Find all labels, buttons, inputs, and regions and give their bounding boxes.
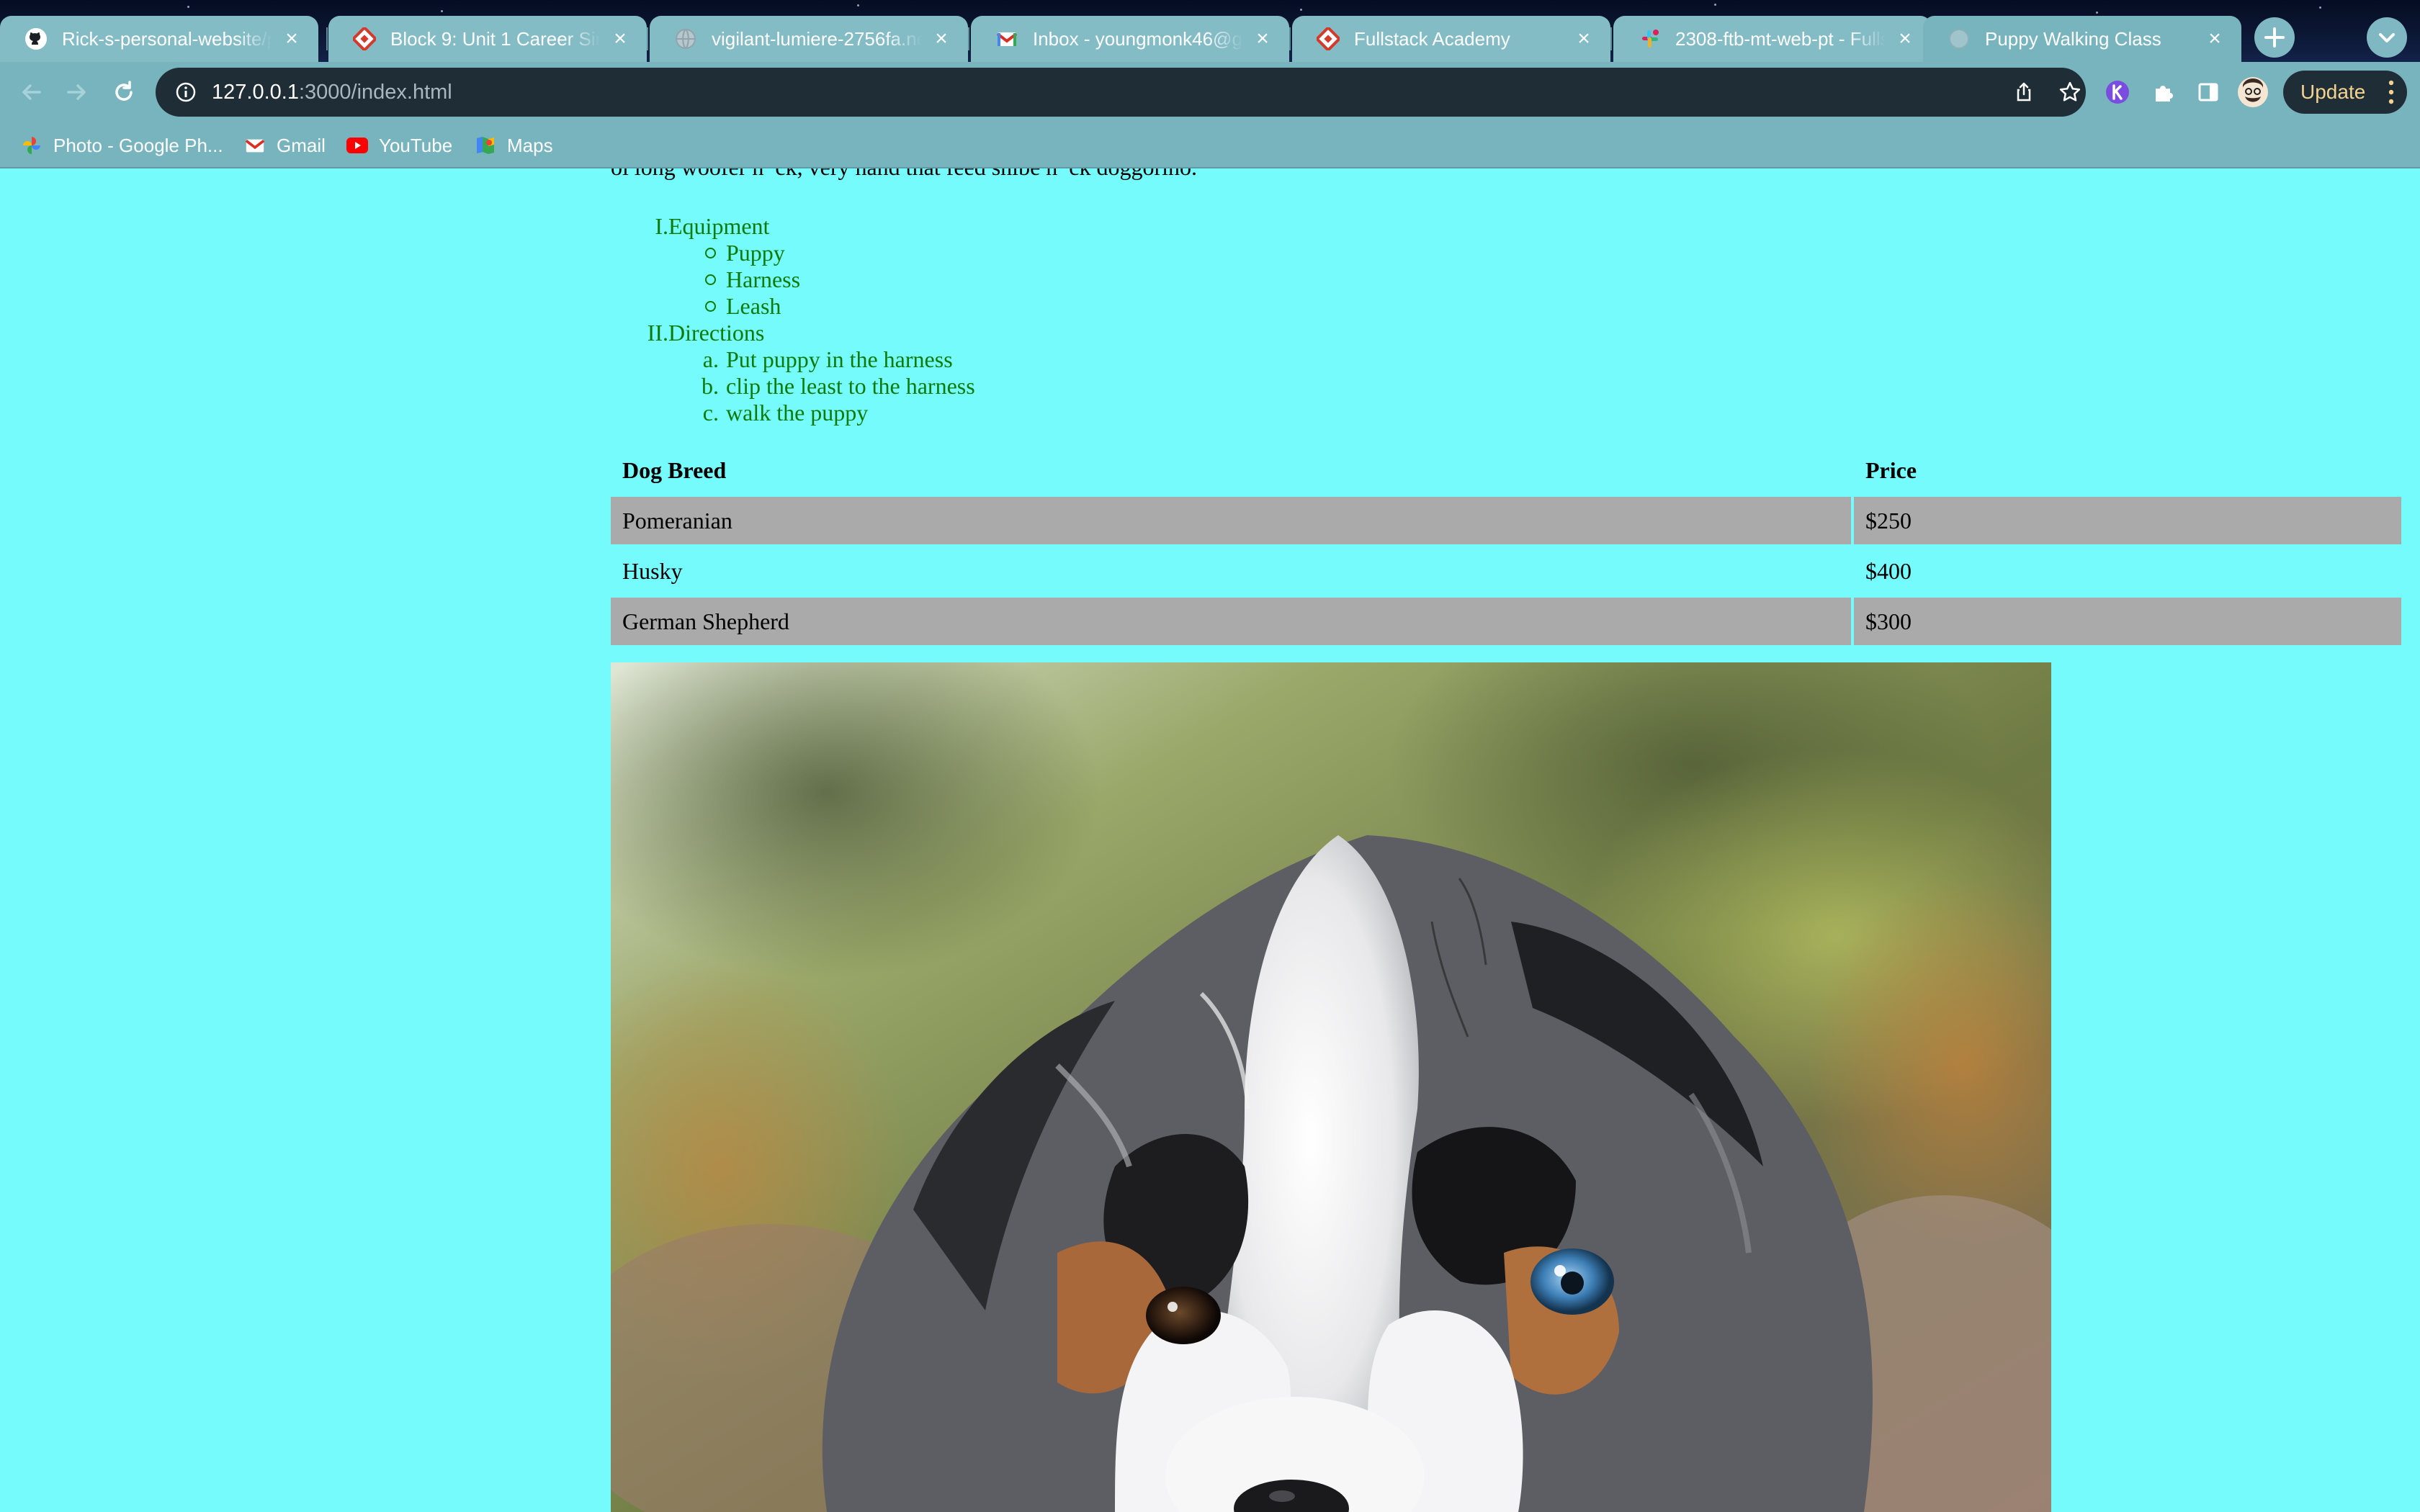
tab-title: vigilant-lumiere-2756fa.net [712,27,922,50]
tab-fullstack-academy[interactable]: Fullstack Academy × [1292,16,1610,62]
bookmark-label: Maps [507,134,553,156]
extensions-puzzle-icon[interactable] [2142,71,2185,114]
tab-slack-workspace[interactable]: 2308-ftb-mt-web-pt - Fulls × [1613,16,1932,62]
breed-cell: German Shepherd [611,598,1851,645]
page-viewport: ol long woofer h*ck, very hand that feed… [0,168,2420,1512]
tab-github[interactable]: Rick-s-personal-website/pe × [0,16,318,62]
chevron-down-icon [2379,33,2395,42]
reload-button[interactable] [102,71,145,114]
outline-marker: I. [655,213,668,239]
tab-close-icon[interactable]: × [608,27,632,51]
more-menu-icon [2388,80,2394,104]
bookmark-label: YouTube [379,134,453,156]
tab-title: 2308-ftb-mt-web-pt - Fulls [1675,27,1886,50]
url-path: :3000/index.html [298,80,452,104]
intro-paragraph: ol long woofer h*ck, very hand that feed… [611,168,1197,181]
list-marker: c. [702,400,719,426]
back-button[interactable] [10,71,53,114]
breed-cell: Pomeranian [611,497,1851,544]
tab-title: Puppy Walking Class [1985,27,2161,50]
arrow-left-icon [22,84,41,100]
fullstack-icon [353,27,376,50]
breed-cell: Husky [622,557,683,584]
tab-search-button[interactable] [2367,17,2407,58]
site-info-icon[interactable] [170,76,202,108]
address-bar[interactable]: 127.0.0.1:3000/index.html [156,68,2086,117]
share-icon[interactable] [2007,75,2041,109]
globe-icon [1948,27,1971,50]
tab-title: Inbox - youngmonk46@gma [1033,27,1243,50]
table-header-row: Dog Breed Price [611,446,2401,494]
tab-title: Block 9: Unit 1 Career Simul [390,27,601,50]
tab-puppy-walking-class[interactable]: Puppy Walking Class × [1923,16,2241,62]
profile-avatar[interactable] [2231,71,2275,114]
table-row: Husky $400 [611,547,2401,595]
outline-heading: Directions [668,320,765,346]
dog-price-table: Dog Breed Price Pomeranian $250 Husky $4… [608,444,2404,648]
browser-toolbar: 127.0.0.1:3000/index.html Update [0,62,2420,122]
bookmark-youtube[interactable]: YouTube [346,132,452,158]
bookmark-google-photos[interactable]: Photo - Google Ph... [20,132,223,158]
column-header-price: Price [1865,456,1917,483]
url-host: 127.0.0.1 [212,80,299,104]
outline-heading: Equipment [668,213,770,239]
tab-title: Rick-s-personal-website/pe [62,27,272,50]
bookmark-gmail[interactable]: Gmail [243,132,326,158]
forward-button[interactable] [55,71,98,114]
google-photos-icon [20,134,43,157]
column-header-breed: Dog Breed [622,456,727,483]
new-tab-button[interactable] [2254,17,2295,58]
list-marker: a. [702,346,719,372]
youtube-icon [346,134,369,157]
slack-icon [1638,27,1661,50]
reload-icon [115,81,133,101]
extension-k-icon[interactable] [2096,71,2139,114]
list-marker: b. [702,373,719,399]
tab-close-icon[interactable]: × [929,27,954,51]
tab-close-icon[interactable]: × [1572,27,1596,51]
bookmark-label: Gmail [277,134,326,156]
bullet-icon [611,266,726,293]
tab-close-icon[interactable]: × [1893,27,1917,51]
puppy-photo [611,662,2051,1512]
tab-close-icon[interactable]: × [1250,27,1275,51]
fullstack-icon [1317,27,1340,50]
gmail-icon [243,134,266,157]
table-row: Pomeranian $250 [611,497,2401,544]
tab-gmail-inbox[interactable]: Inbox - youngmonk46@gma × [971,16,1289,62]
bookmarks-bar: Photo - Google Ph... Gmail YouTube Maps [0,122,2420,168]
bullet-icon [611,240,726,266]
tab-close-icon[interactable]: × [279,27,304,51]
bullet-icon [611,293,726,320]
address-url: 127.0.0.1:3000/index.html [212,81,452,104]
tab-netlify-site[interactable]: vigilant-lumiere-2756fa.net × [650,16,968,62]
price-cell: $400 [1865,557,1912,584]
tab-strip: Rick-s-personal-website/pe × Block 9: Un… [0,0,2420,62]
arrow-right-icon [67,84,86,100]
bookmark-maps[interactable]: Maps [474,132,553,158]
bookmark-label: Photo - Google Ph... [53,134,223,156]
side-panel-icon[interactable] [2187,71,2230,114]
table-row: German Shepherd $300 [611,598,2401,645]
bookmark-star-icon[interactable] [2053,75,2087,109]
plus-icon [2264,27,2285,48]
tab-career-simulation[interactable]: Block 9: Unit 1 Career Simul × [328,16,647,62]
update-button[interactable]: Update [2283,71,2407,114]
gmail-icon [995,27,1018,50]
update-label: Update [2300,81,2366,103]
outline-marker: II. [647,320,668,346]
github-icon [24,27,48,50]
price-cell: $250 [1854,497,2401,544]
tab-close-icon[interactable]: × [2202,27,2227,51]
tab-title: Fullstack Academy [1354,27,1510,50]
globe-icon [674,27,697,50]
price-cell: $300 [1854,598,2401,645]
maps-icon [474,134,497,157]
